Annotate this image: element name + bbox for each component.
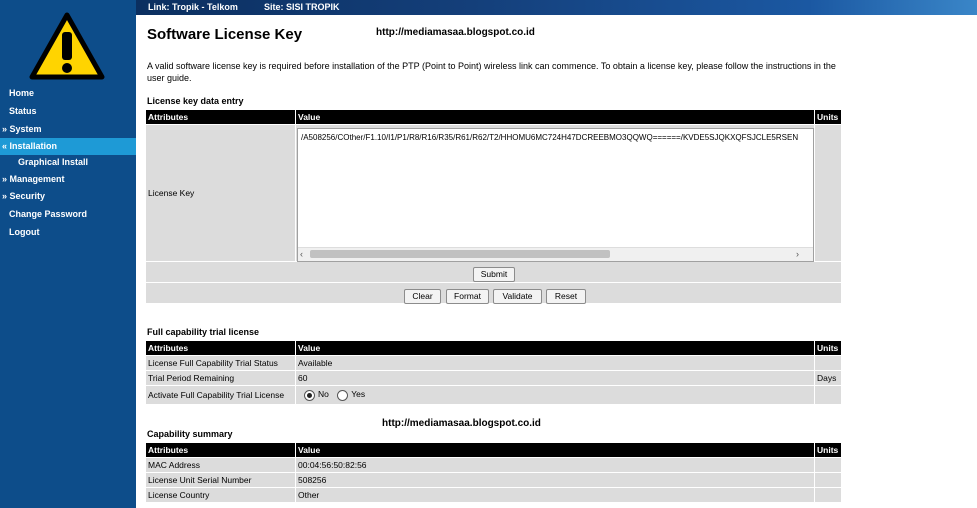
table-row: License Country Other: [146, 488, 841, 502]
format-button[interactable]: Format: [446, 289, 489, 304]
table-row: Activate Full Capability Trial License N…: [146, 386, 841, 404]
nav-security[interactable]: » Security: [0, 188, 136, 205]
nav-system[interactable]: » System: [0, 121, 136, 138]
nav-logout[interactable]: Logout: [0, 224, 136, 241]
radio-yes-label: Yes: [351, 389, 366, 400]
header-units: Units: [815, 443, 841, 457]
nav-home[interactable]: Home: [0, 85, 136, 102]
trial-status-value: Available: [296, 356, 814, 370]
header-attributes: Attributes: [146, 443, 295, 457]
link-name: Link: Tropik - Telkom: [148, 2, 238, 12]
scroll-thumb[interactable]: [310, 250, 610, 258]
trial-remaining-value: 60: [296, 371, 814, 385]
header-attributes: Attributes: [146, 341, 295, 355]
nav-change-password[interactable]: Change Password: [0, 206, 136, 223]
scroll-left-icon[interactable]: ‹: [300, 248, 303, 261]
table-row: License Full Capability Trial Status Ava…: [146, 356, 841, 370]
header-value: Value: [296, 341, 814, 355]
table-row: Trial Period Remaining 60 Days: [146, 371, 841, 385]
section-title-entry: License key data entry: [147, 96, 244, 106]
horizontal-scrollbar[interactable]: ‹ ›: [298, 247, 813, 261]
radio-no[interactable]: [304, 389, 315, 401]
sidebar: Home Status » System « Installation Grap…: [0, 0, 136, 508]
header-value: Value: [296, 443, 814, 457]
nav-graphical-install[interactable]: Graphical Install: [0, 154, 136, 171]
watermark-text-2: http://mediamasaa.blogspot.co.id: [382, 418, 541, 429]
section-title-capability: Capability summary: [147, 429, 233, 439]
capability-summary-table: Attributes Value Units MAC Address 00:04…: [145, 442, 842, 503]
main-content: Software License Key http://mediamasaa.b…: [136, 15, 977, 508]
license-key-label: License Key: [146, 125, 295, 261]
trial-license-table: Attributes Value Units License Full Capa…: [145, 340, 842, 405]
table-row: MAC Address 00:04:56:50:82:56: [146, 458, 841, 472]
header-units: Units: [815, 110, 841, 124]
section-title-trial: Full capability trial license: [147, 327, 260, 337]
nav-status[interactable]: Status: [0, 103, 136, 120]
page-title: Software License Key: [147, 26, 303, 43]
header-units: Units: [815, 341, 841, 355]
top-bar: Link: Tropik - Telkom Site: SISI TROPIK: [136, 0, 977, 15]
reset-button[interactable]: Reset: [546, 289, 586, 304]
nav-management[interactable]: » Management: [0, 171, 136, 188]
header-value: Value: [296, 110, 814, 124]
license-key-textarea[interactable]: /A508256/COther/F1.10/I1/P1/R8/R16/R35/R…: [297, 128, 814, 262]
trial-remaining-unit: Days: [815, 371, 841, 385]
table-row: License Unit Serial Number 508256: [146, 473, 841, 487]
validate-button[interactable]: Validate: [493, 289, 542, 304]
intro-text: A valid software license key is required…: [147, 61, 836, 83]
site-name: Site: SISI TROPIK: [264, 2, 340, 12]
watermark-text: http://mediamasaa.blogspot.co.id: [376, 27, 535, 38]
radio-yes[interactable]: [337, 389, 349, 401]
license-key-value: /A508256/COther/F1.10/I1/P1/R8/R16/R35/R…: [301, 133, 799, 142]
nav-installation[interactable]: « Installation: [0, 138, 136, 155]
submit-button[interactable]: Submit: [473, 267, 515, 282]
warning-triangle-icon: [29, 12, 105, 80]
clear-button[interactable]: Clear: [404, 289, 441, 304]
header-attributes: Attributes: [146, 110, 295, 124]
scroll-right-icon[interactable]: ›: [796, 248, 799, 261]
radio-no-label: No: [318, 389, 329, 400]
activate-trial-options: No Yes: [296, 386, 814, 404]
